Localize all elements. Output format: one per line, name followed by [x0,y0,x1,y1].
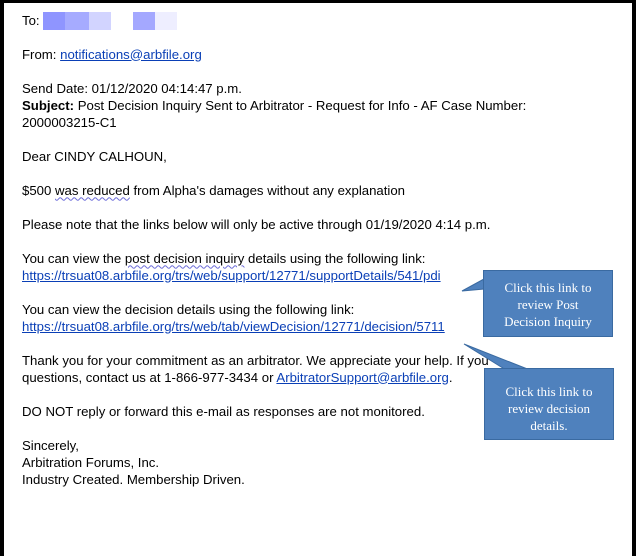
tagline: Industry Created. Membership Driven. [22,471,245,487]
decision-link[interactable]: https://trsuat08.arbfile.org/trs/web/tab… [22,319,445,334]
subject-line: Subject: Post Decision Inquiry Sent to A… [22,97,622,114]
organization-name: Arbitration Forums, Inc. [22,454,160,470]
thanks-text: Thank you for your commitment as an arbi… [22,352,489,368]
callout-line: Decision Inquiry [504,314,592,329]
from-line: From: notifications@arbfile.org [22,46,622,63]
decision-callout: Click this link to review decision detai… [484,368,614,440]
redaction-block [65,11,90,30]
damages-note: $500 was reduced from Alpha's damages wi… [22,182,406,198]
from-address-link[interactable]: notifications@arbfile.org [60,47,202,62]
send-date: Send Date: 01/12/2020 04:14:47 p.m. [22,80,242,96]
callout-line: Click this link to [505,384,593,399]
from-label: From: [22,46,57,62]
subject-text-continued: 2000003215-C1 [22,114,117,130]
redaction-block [133,11,156,30]
active-note: Please note that the links below will on… [22,216,491,232]
to-label: To: [22,13,40,28]
pdi-callout: Click this link to review Post Decision … [483,270,613,337]
pdi-link[interactable]: https://trsuat08.arbfile.org/trs/web/sup… [22,268,441,283]
redacted-recipient [43,11,178,30]
pdi-intro: You can view the post decision inquiry d… [22,250,426,266]
callout-line: review Post [517,297,579,312]
callout-line: Click this link to [504,280,592,295]
to-line: To: [22,11,622,30]
subject-label: Subject: [22,97,75,113]
redaction-block [43,11,66,30]
greeting: Dear CINDY CALHOUN, [22,148,167,164]
support-email-link[interactable]: ArbitratorSupport@arbfile.org [276,370,448,385]
callout-line: review decision [508,401,590,416]
redaction-block [89,11,112,30]
redaction-block [155,11,178,30]
subject-text: Post Decision Inquiry Sent to Arbitrator… [74,97,527,113]
callout-line: details. [530,418,568,433]
